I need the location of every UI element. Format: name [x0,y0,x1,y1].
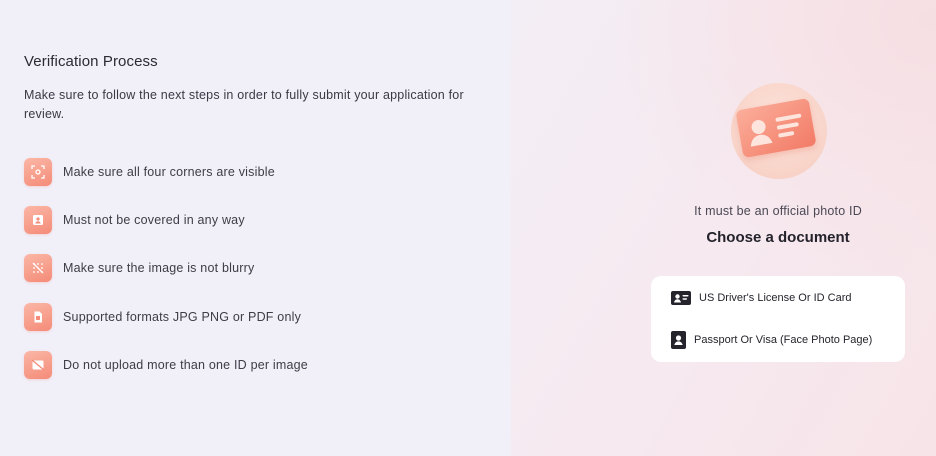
document-subtitle: It must be an official photo ID [694,204,862,218]
page-title: Verification Process [24,53,158,70]
option-label: US Driver's License Or ID Card [699,292,852,304]
step-item-not-covered: Must not be covered in any way [24,206,245,234]
step-item-one-id: Do not upload more than one ID per image [24,351,308,379]
blur-off-icon [24,254,52,282]
step-item-formats: Supported formats JPG PNG or PDF only [24,303,301,331]
step-label: Supported formats JPG PNG or PDF only [63,310,302,324]
document-heading: Choose a document [706,229,850,246]
page-description: Make sure to follow the next steps in or… [24,88,464,121]
step-item-corners: Make sure all four corners are visible [24,158,275,186]
passport-icon [671,331,686,349]
step-label: Do not upload more than one ID per image [63,358,308,372]
document-options-card: US Driver's License Or ID Card Passport … [651,276,905,362]
instructions-panel: Verification Process Make sure to follow… [0,0,511,456]
step-label: Make sure the image is not blurry [63,261,255,275]
file-icon [24,303,52,331]
step-label: Make sure all four corners are visible [63,165,275,179]
step-item-not-blurry: Make sure the image is not blurry [24,254,254,282]
document-panel [511,0,936,456]
id-card-icon [671,291,691,305]
option-drivers-license[interactable]: US Driver's License Or ID Card [671,288,851,308]
image-off-icon [24,351,52,379]
step-label: Must not be covered in any way [63,213,245,227]
corners-focus-icon [24,158,52,186]
option-label: Passport Or Visa (Face Photo Page) [694,334,873,346]
option-passport[interactable]: Passport Or Visa (Face Photo Page) [671,330,872,350]
id-badge-icon [24,206,52,234]
